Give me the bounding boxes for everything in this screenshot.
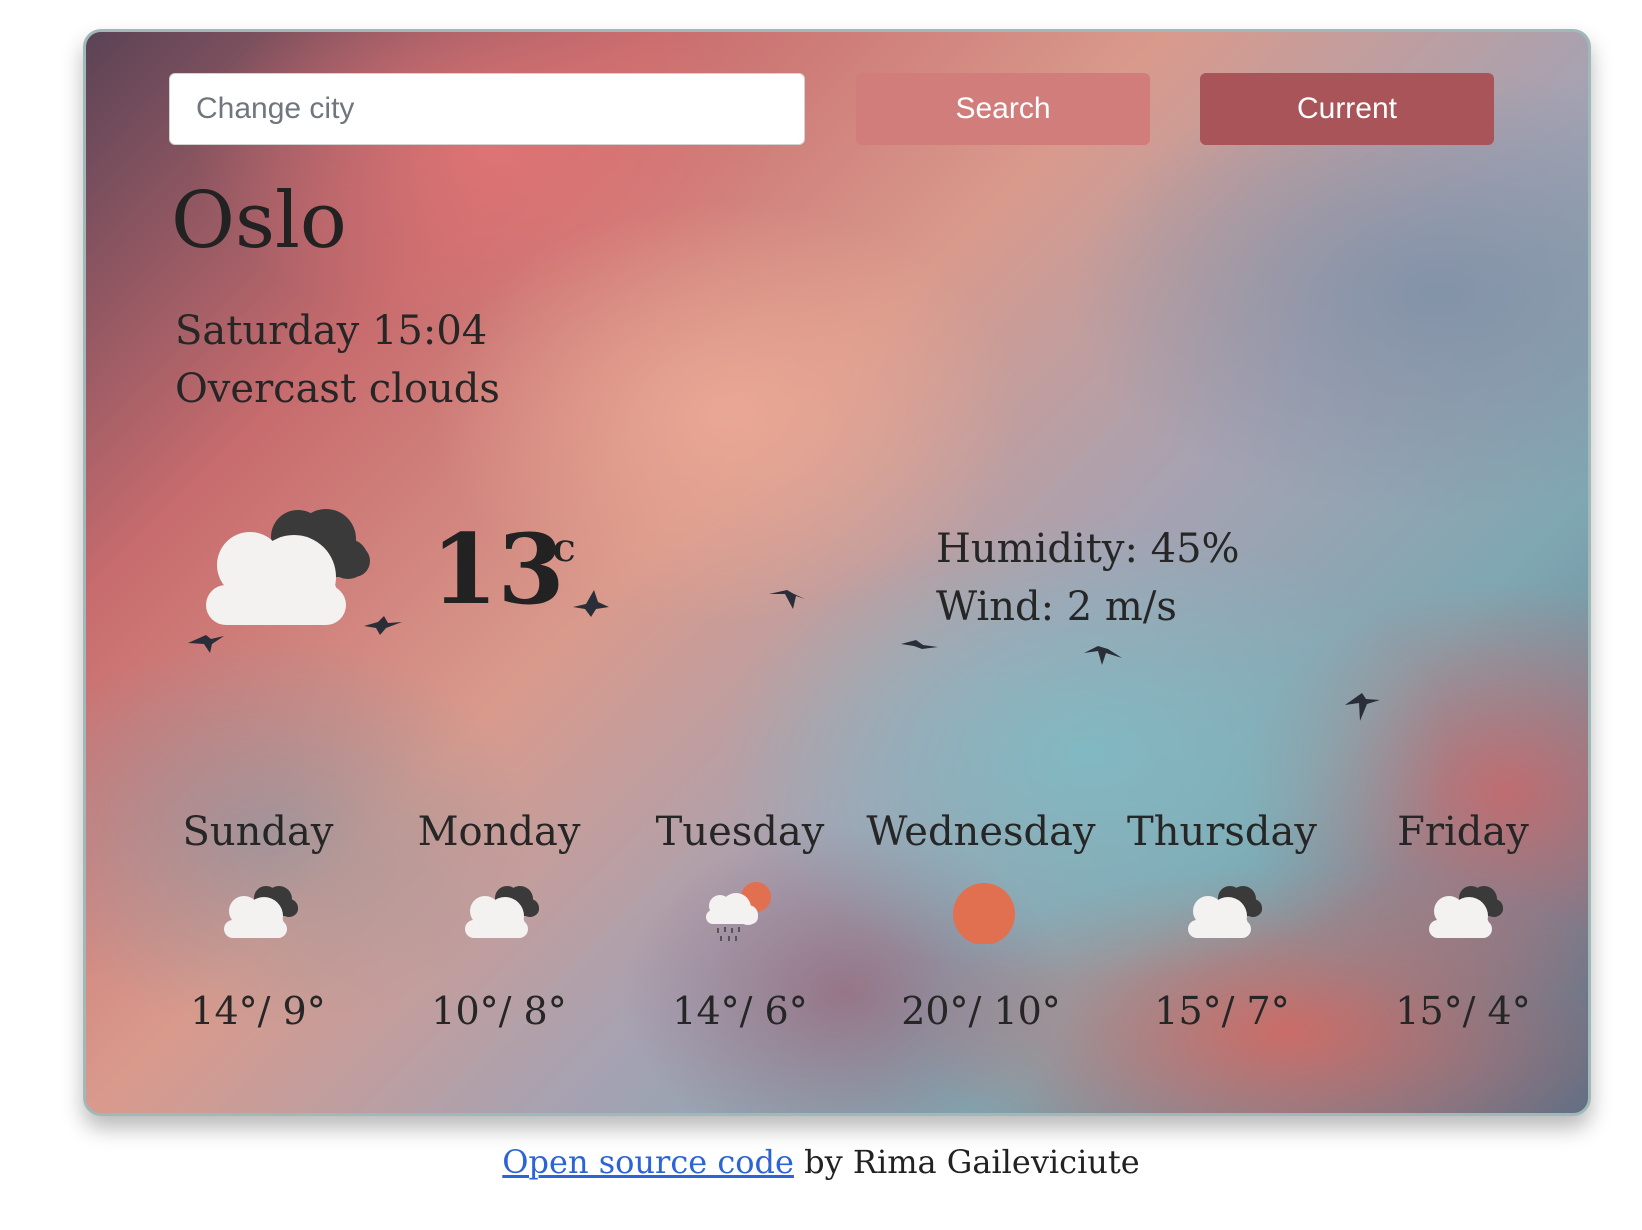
forecast-day: Monday 10°/ 8°	[379, 812, 619, 1072]
forecast-day: Thursday 15°/ 7°	[1102, 812, 1342, 1072]
forecast-day-name: Monday	[417, 809, 581, 855]
forecast-day: Sunday 14°/ 9°	[138, 812, 378, 1072]
footer: Open source code by Rima Gaileviciute	[0, 1146, 1642, 1178]
rain-sun-icon	[706, 882, 771, 941]
forecast-day: Friday 15°/ 4°	[1343, 812, 1583, 1072]
overcast-clouds-icon	[224, 886, 298, 938]
forecast-day: Tuesday 14°/ 6°	[620, 812, 860, 1072]
forecast-temps: 14°/ 6°	[672, 989, 808, 1033]
forecast-temps: 20°/ 10°	[901, 989, 1061, 1033]
overcast-clouds-icon	[1429, 886, 1503, 938]
wind-readout: Wind: 2 m/s	[936, 584, 1177, 630]
sun-icon	[953, 883, 1015, 944]
temperature-unit: °C	[539, 535, 576, 568]
forecast-day-name: Tuesday	[655, 809, 825, 855]
overcast-clouds-icon	[465, 886, 539, 938]
forecast-temps: 15°/ 7°	[1154, 989, 1290, 1033]
weather-card: Search Current Oslo Saturday 15:04 Overc…	[83, 29, 1591, 1116]
forecast-day-name: Thursday	[1127, 809, 1317, 855]
forecast-day: Wednesday 20°/ 10°	[861, 812, 1101, 1072]
forecast-day-name: Wednesday	[866, 809, 1096, 855]
forecast-day-name: Friday	[1397, 809, 1529, 855]
open-source-code-link[interactable]: Open source code	[502, 1143, 794, 1181]
forecast-temps: 15°/ 4°	[1395, 989, 1531, 1033]
humidity-readout: Humidity: 45%	[936, 526, 1240, 572]
forecast-temps: 14°/ 9°	[190, 989, 326, 1033]
overcast-clouds-icon	[1188, 886, 1262, 938]
forecast-temps: 10°/ 8°	[431, 989, 567, 1033]
author-credit: by Rima Gaileviciute	[793, 1143, 1140, 1181]
forecast-day-name: Sunday	[182, 809, 334, 855]
overcast-clouds-icon	[206, 509, 370, 625]
